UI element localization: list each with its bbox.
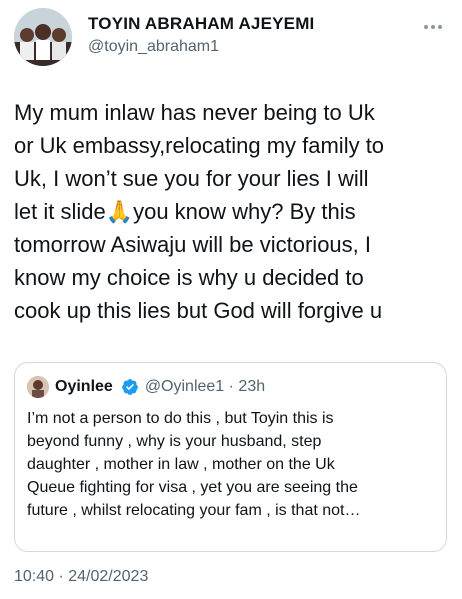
avatar-photo <box>14 8 72 66</box>
verified-badge-icon <box>121 379 138 395</box>
tweet-header: TOYIN ABRAHAM AJEYEMI @toyin_abraham1 <box>14 8 450 68</box>
quoted-tweet-text: I’m not a person to do this , but Toyin … <box>27 410 361 519</box>
more-icon[interactable] <box>424 16 450 36</box>
tweet-timestamp[interactable]: 10:40 · 24/02/2023 <box>14 568 148 586</box>
author-avatar[interactable] <box>14 8 72 66</box>
author-handle[interactable]: @toyin_abraham1 <box>88 38 314 56</box>
quoted-handle-time[interactable]: @Oyinlee1 · 23h <box>145 378 265 396</box>
quoted-author-avatar[interactable] <box>27 376 49 398</box>
quoted-avatar-photo <box>27 376 49 398</box>
author-display-name[interactable]: TOYIN ABRAHAM AJEYEMI <box>88 14 314 34</box>
tweet-text: My mum inlaw has never being to Uk or Uk… <box>14 100 385 323</box>
quoted-tweet-card[interactable]: Oyinlee @Oyinlee1 · 23h I’m not a person… <box>14 362 447 552</box>
quoted-author-name[interactable]: Oyinlee <box>55 378 113 396</box>
